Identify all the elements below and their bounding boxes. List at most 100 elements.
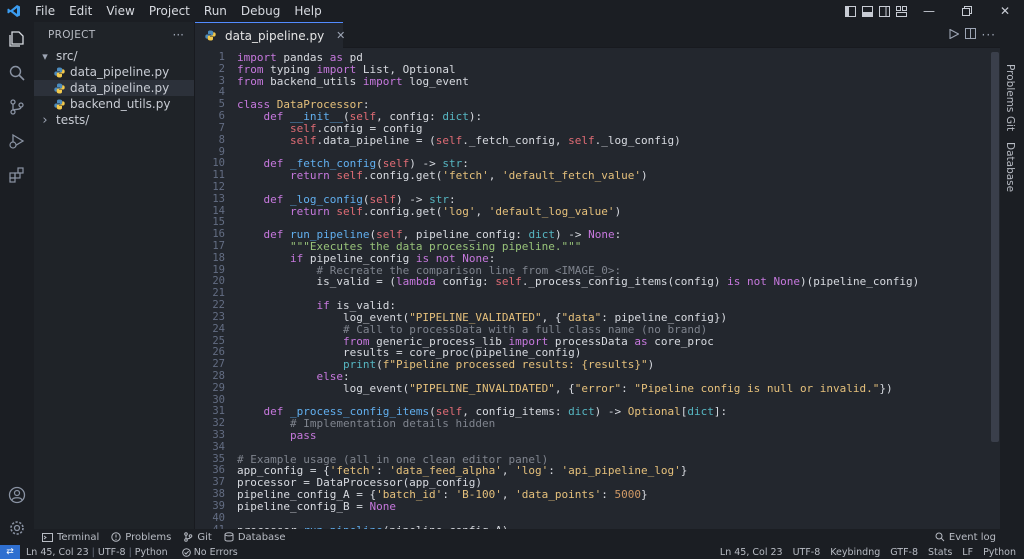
toggle-secondary-sidebar-icon[interactable] bbox=[876, 0, 893, 22]
run-debug-icon[interactable] bbox=[0, 124, 34, 158]
status-position[interactable]: Ln 45, Col 23 bbox=[26, 547, 89, 558]
line-number: 24 bbox=[212, 322, 225, 335]
maximize-button[interactable] bbox=[948, 0, 986, 22]
git-branch-icon bbox=[184, 532, 193, 542]
status-right-gtf[interactable]: GTF-8 bbox=[890, 547, 918, 558]
line-number: 34 bbox=[212, 440, 225, 453]
line-number: 23 bbox=[212, 310, 225, 323]
status-language[interactable]: Python bbox=[135, 547, 168, 558]
status-right-eol[interactable]: LF bbox=[962, 547, 973, 558]
code-line[interactable]: pass bbox=[237, 430, 919, 442]
tree-folder[interactable]: › tests/ bbox=[34, 112, 194, 128]
status-errors[interactable]: No Errors bbox=[181, 546, 238, 558]
explorer-icon[interactable] bbox=[0, 22, 34, 56]
line-number-gutter: 1 2 3 4 5 6 7 8 9 10 11 12 13 14 15 16 17 18 19 20 21 22 23 24 2… bbox=[195, 51, 227, 529]
close-window-button[interactable]: ✕ bbox=[986, 0, 1024, 22]
git-tool[interactable]: Git bbox=[183, 531, 212, 543]
status-right-language[interactable]: Python bbox=[983, 547, 1016, 558]
status-separator: | bbox=[128, 546, 132, 558]
tree-item-label: data_pipeline.py bbox=[70, 65, 170, 79]
menu-help[interactable]: Help bbox=[287, 0, 328, 22]
code-line[interactable]: log_event("PIPELINE_INVALIDATED", {"erro… bbox=[237, 382, 919, 395]
database-tool[interactable]: Database bbox=[224, 532, 286, 543]
code-line[interactable]: pipeline_config_B = None bbox=[237, 500, 919, 513]
scrollbar-thumb[interactable] bbox=[991, 52, 999, 442]
more-editor-actions-icon[interactable]: ··· bbox=[982, 28, 996, 42]
line-number: 29 bbox=[212, 381, 225, 394]
menu-bar: File Edit View Project Run Debug Help bbox=[28, 0, 329, 22]
layout-icon[interactable] bbox=[893, 0, 910, 22]
code-line[interactable]: return self.config.get('fetch', 'default… bbox=[237, 170, 919, 182]
status-separator: | bbox=[91, 546, 95, 558]
editor-scrollbar[interactable] bbox=[990, 48, 1000, 529]
tree-item-label: backend_utils.py bbox=[70, 97, 171, 111]
minimize-button[interactable]: — bbox=[910, 0, 948, 22]
menu-project[interactable]: Project bbox=[142, 0, 197, 22]
event-log-tool[interactable]: Event log bbox=[935, 529, 996, 545]
problems-label: Problems bbox=[125, 531, 172, 543]
tree-item-label: tests/ bbox=[56, 113, 90, 127]
status-bar: ⇄ Ln 45, Col 23 | UTF-8 | Python No Erro… bbox=[0, 545, 1024, 559]
line-number: 12 bbox=[212, 180, 225, 193]
tab-label: data_pipeline.py bbox=[225, 28, 325, 43]
toggle-sidebar-icon[interactable] bbox=[842, 0, 859, 22]
code-editor[interactable]: 1 2 3 4 5 6 7 8 9 10 11 12 13 14 15 16 17 18 19 20 21 22 23 24 2… bbox=[195, 48, 1000, 529]
menu-edit[interactable]: Edit bbox=[62, 0, 99, 22]
menu-run[interactable]: Run bbox=[197, 0, 234, 22]
database-icon bbox=[224, 532, 234, 542]
code-line[interactable]: # Implementation details hidden bbox=[237, 418, 919, 430]
code-content[interactable]: import pandas as pd from typing import Li… bbox=[237, 52, 919, 529]
status-right-position[interactable]: Ln 45, Col 23 bbox=[720, 547, 783, 558]
git-label: Git bbox=[197, 531, 212, 543]
code-line[interactable]: from backend_utils import log_event bbox=[237, 75, 919, 88]
code-line[interactable]: return self.config.get('log', 'default_l… bbox=[237, 205, 919, 218]
problems-icon bbox=[111, 532, 121, 542]
tree-item-label: src/ bbox=[56, 49, 78, 63]
event-log-label: Event log bbox=[948, 531, 996, 543]
source-control-icon[interactable] bbox=[0, 90, 34, 124]
problems-tool[interactable]: Problems bbox=[111, 532, 171, 543]
extensions-icon[interactable] bbox=[0, 158, 34, 192]
tree-file[interactable]: data_pipeline.py bbox=[34, 64, 194, 80]
status-errors-label: No Errors bbox=[193, 546, 238, 558]
code-line[interactable]: # Call to processData with a full class … bbox=[237, 323, 919, 336]
status-right-keybinding[interactable]: Keybindng bbox=[830, 547, 880, 558]
python-file-icon bbox=[52, 98, 66, 110]
run-file-icon[interactable] bbox=[948, 28, 960, 42]
search-icon[interactable] bbox=[0, 56, 34, 90]
tree-item-label: data_pipeline.py bbox=[70, 81, 170, 95]
terminal-tool[interactable]: Terminal bbox=[42, 532, 99, 543]
terminal-label: Terminal bbox=[57, 531, 100, 543]
menu-file[interactable]: File bbox=[28, 0, 62, 22]
app-logo-icon bbox=[0, 0, 28, 22]
event-log-icon bbox=[935, 532, 945, 542]
menu-view[interactable]: View bbox=[99, 0, 141, 22]
split-editor-icon[interactable] bbox=[964, 28, 976, 42]
remote-indicator-icon[interactable]: ⇄ bbox=[0, 545, 20, 559]
problems-side-tab[interactable]: Problems bbox=[1004, 64, 1016, 112]
close-tab-icon[interactable]: ✕ bbox=[336, 29, 345, 42]
status-right-encoding[interactable]: UTF-8 bbox=[793, 547, 821, 558]
database-side-tab[interactable]: Database bbox=[1004, 142, 1016, 192]
account-icon[interactable] bbox=[0, 478, 34, 512]
right-tool-strip: Problems Git Database bbox=[1000, 22, 1024, 545]
status-right-stats[interactable]: Stats bbox=[928, 547, 952, 558]
tree-file[interactable]: backend_utils.py bbox=[34, 96, 194, 112]
status-encoding[interactable]: UTF-8 bbox=[98, 547, 126, 558]
tree-folder[interactable]: ▾ src/ bbox=[34, 48, 194, 64]
code-line[interactable]: self.data_pipeline = (self._fetch_config… bbox=[237, 134, 919, 147]
window-controls: — ✕ bbox=[842, 0, 1024, 22]
tree-file[interactable]: data_pipeline.py bbox=[34, 80, 194, 96]
tab-data-pipeline[interactable]: data_pipeline.py ✕ bbox=[195, 22, 345, 48]
line-number: 39 bbox=[212, 499, 225, 512]
more-actions-icon[interactable]: ··· bbox=[173, 28, 184, 42]
python-file-icon bbox=[52, 66, 66, 78]
git-side-tab[interactable]: Git bbox=[1004, 116, 1016, 131]
code-line[interactable]: from typing import List, Optional bbox=[237, 63, 919, 76]
code-line[interactable]: is_valid = (lambda config: self._process… bbox=[237, 276, 919, 288]
python-file-icon bbox=[52, 82, 66, 94]
menu-debug[interactable]: Debug bbox=[234, 0, 287, 22]
settings-gear-icon[interactable] bbox=[0, 511, 34, 545]
toggle-panel-icon[interactable] bbox=[859, 0, 876, 22]
database-label: Database bbox=[237, 531, 286, 543]
